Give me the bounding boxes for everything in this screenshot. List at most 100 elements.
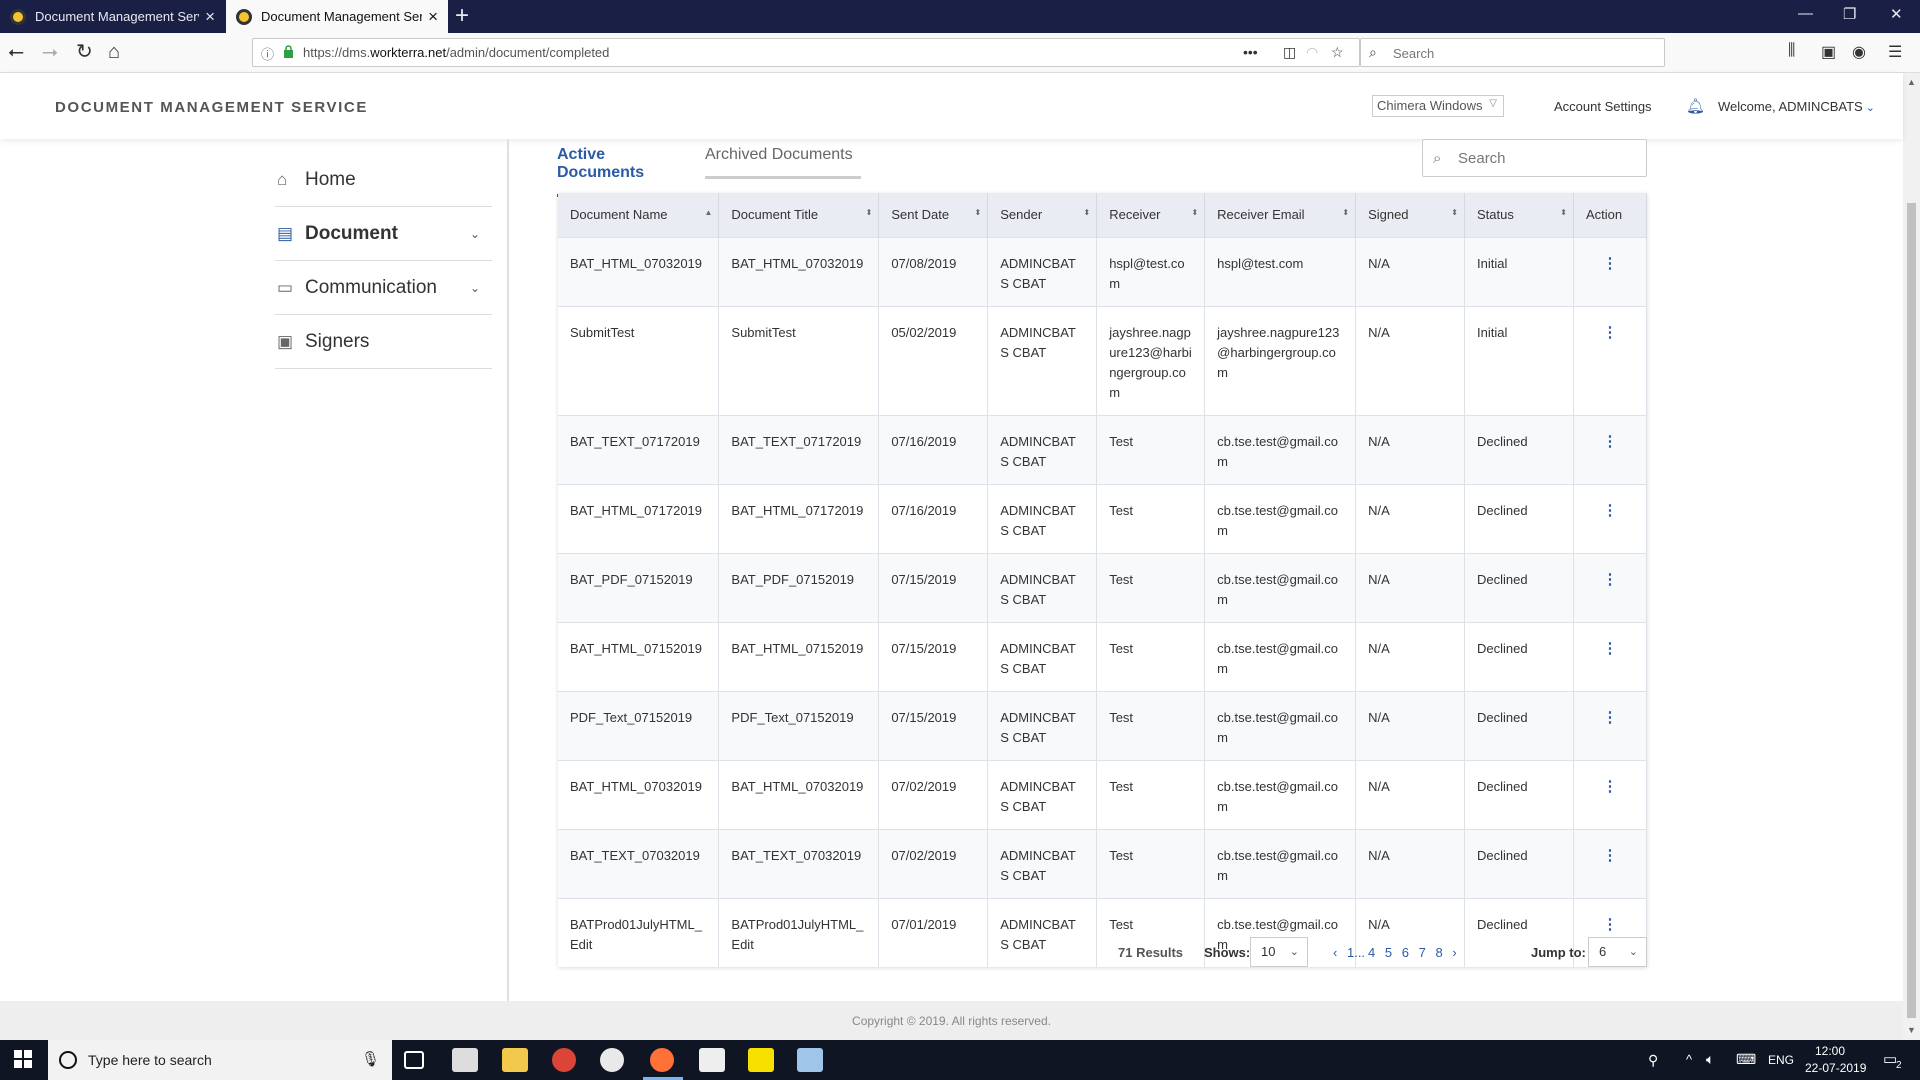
column-header[interactable]: Receiver Email ⬍ [1204, 193, 1357, 237]
page-link[interactable]: 8 [1435, 945, 1442, 960]
sent-date-cell: 07/15/2019 [878, 690, 989, 760]
new-tab-icon[interactable]: + [455, 2, 469, 30]
prev-page-icon[interactable]: ‹ [1333, 945, 1337, 960]
reader-icon[interactable]: ◠ [1306, 44, 1318, 61]
signed-cell: N/A [1355, 828, 1465, 898]
volume-icon[interactable]: 🔈︎ [1706, 1051, 1714, 1068]
close-window-icon[interactable]: ✕ [1890, 5, 1903, 23]
jump-to-select[interactable]: 6 ⌄ [1588, 937, 1647, 967]
row-actions-icon[interactable]: ⋮ [1573, 690, 1648, 760]
scroll-down-icon[interactable]: ▼ [1907, 1025, 1916, 1035]
row-actions-icon[interactable]: ⋮ [1573, 828, 1648, 898]
task-view-icon[interactable] [404, 1051, 424, 1069]
page-link[interactable]: 6 [1402, 945, 1409, 960]
row-actions-icon[interactable]: ⋮ [1573, 414, 1648, 484]
scroll-thumb[interactable] [1907, 203, 1916, 1018]
sidebar-item-home[interactable]: ⌂ Home [275, 153, 492, 207]
tray-chevron-icon[interactable]: ^ [1686, 1052, 1692, 1067]
column-header[interactable]: Signed ⬍ [1355, 193, 1465, 237]
row-actions-icon[interactable]: ⋮ [1573, 305, 1648, 415]
language-indicator[interactable]: ENG [1768, 1053, 1794, 1067]
column-header[interactable]: Document Name ▲ [558, 193, 720, 237]
user-menu[interactable]: Welcome, ADMINCBATS ⌄ [1718, 99, 1875, 114]
row-actions-icon[interactable]: ⋮ [1573, 552, 1648, 622]
close-tab-icon[interactable]: × [428, 7, 438, 27]
forward-icon[interactable]: ⭢ [42, 41, 58, 63]
column-header[interactable]: Receiver ⬍ [1096, 193, 1206, 237]
keyboard-icon[interactable]: ⌨ [1736, 1051, 1756, 1068]
scroll-up-icon[interactable]: ▲ [1907, 77, 1916, 87]
account-icon[interactable]: ◉ [1852, 42, 1866, 62]
document-name-cell: BAT_HTML_07032019 [558, 759, 720, 829]
company-select[interactable]: Chimera Windows ▽ [1372, 95, 1504, 117]
info-icon[interactable]: ⓘ [261, 44, 274, 63]
row-actions-icon[interactable]: ⋮ [1573, 483, 1648, 553]
column-header[interactable]: Document Title ⬍ [718, 193, 880, 237]
row-actions-icon[interactable]: ⋮ [1573, 236, 1648, 306]
microphone-icon[interactable]: 🎙︎ [361, 1050, 380, 1068]
signed-cell: N/A [1355, 305, 1465, 415]
receiver-cell: Test [1096, 690, 1206, 760]
browser-tab-2[interactable]: Document Management Servic × [226, 0, 448, 33]
clock-date[interactable]: 22-07-2019 [1805, 1061, 1866, 1075]
sent-date-cell: 07/16/2019 [878, 483, 989, 553]
bookmark-star-icon[interactable]: ☆ [1331, 44, 1344, 61]
tab-active-documents[interactable]: Active Documents [557, 146, 692, 197]
taskbar-search-input[interactable]: Type here to search 🎙︎ [48, 1040, 392, 1080]
home-browser-icon[interactable]: ⌂ [108, 41, 120, 63]
page-scrollbar[interactable]: ▲ ▼ [1903, 73, 1920, 1040]
clock-time[interactable]: 12:00 [1815, 1044, 1845, 1058]
sticky-notes-icon[interactable] [748, 1048, 774, 1072]
menu-icon[interactable]: ☰ [1888, 42, 1902, 62]
photos-icon[interactable] [699, 1048, 725, 1072]
document-search-input[interactable]: ⌕ Search [1422, 139, 1647, 177]
back-icon[interactable]: ⭠ [8, 41, 24, 63]
sidebar-toggle-icon[interactable]: ▣ [1821, 42, 1836, 62]
sidebar-item-communication[interactable]: ▭ Communication ⌄ [275, 261, 492, 315]
favicon-icon [236, 8, 252, 25]
column-header[interactable]: Status ⬍ [1464, 193, 1574, 237]
tab-archived-documents[interactable]: Archived Documents [705, 146, 861, 179]
mail-icon[interactable] [452, 1048, 478, 1072]
column-header[interactable]: Sender ⬍ [987, 193, 1098, 237]
reload-icon[interactable]: ↻ [76, 41, 93, 63]
chrome-icon[interactable] [552, 1048, 576, 1072]
firefox-icon[interactable] [650, 1048, 674, 1072]
file-explorer-icon[interactable] [502, 1048, 528, 1072]
document-title-cell: BAT_HTML_07032019 [718, 759, 880, 829]
page-link[interactable]: 5 [1385, 945, 1392, 960]
page-link[interactable]: 7 [1419, 945, 1426, 960]
browser-tab-1[interactable]: Document Management Servic × [0, 0, 225, 33]
pocket-icon[interactable]: ◫ [1283, 44, 1296, 61]
notepad-icon[interactable] [797, 1048, 823, 1072]
search-icon: ⌕ [1433, 150, 1442, 167]
restore-icon[interactable]: ❐ [1843, 5, 1856, 23]
page-size-select[interactable]: 10 ⌄ [1250, 937, 1308, 967]
column-header[interactable]: Sent Date ⬍ [878, 193, 989, 237]
minimize-icon[interactable]: — [1798, 5, 1813, 22]
sender-cell: ADMINCBATS CBAT [987, 621, 1098, 691]
bell-icon[interactable]: 🔔︎ [1686, 97, 1705, 115]
row-actions-icon[interactable]: ⋮ [1573, 759, 1648, 829]
account-settings-link[interactable]: Account Settings [1554, 99, 1652, 114]
row-actions-icon[interactable]: ⋮ [1573, 621, 1648, 691]
people-icon[interactable]: ⚲ [1648, 1052, 1658, 1069]
chat-icon: ▭ [277, 277, 294, 297]
close-tab-icon[interactable]: × [205, 7, 215, 27]
url-bar[interactable]: ⓘ https://dms.workterra.net/admin/docume… [252, 38, 1360, 67]
library-icon[interactable]: ⫼ [1788, 42, 1795, 60]
browser-search-input[interactable]: ⌕ Search [1360, 38, 1665, 67]
documents-table: Document Name ▲ Document Title ⬍ Sent Date… [558, 193, 1648, 967]
sender-cell: ADMINCBATS CBAT [987, 305, 1098, 415]
signed-cell: N/A [1355, 621, 1465, 691]
browser-nav-bar: ⭠ ⭢ ↻ ⌂ ⓘ https://dms.workterra.net/admi… [0, 33, 1920, 73]
status-cell: Declined [1464, 828, 1574, 898]
sidebar-item-document[interactable]: ▤ Document ⌄ [275, 207, 492, 261]
document-name-cell: BAT_TEXT_07032019 [558, 828, 720, 898]
next-page-icon[interactable]: › [1452, 945, 1456, 960]
sidebar-item-signers[interactable]: ▣ Signers [275, 315, 492, 369]
windows-start-icon[interactable] [14, 1050, 32, 1068]
more-icon[interactable]: ••• [1243, 44, 1258, 60]
slack-icon[interactable] [600, 1048, 624, 1072]
page-link[interactable]: 4 [1368, 945, 1375, 960]
